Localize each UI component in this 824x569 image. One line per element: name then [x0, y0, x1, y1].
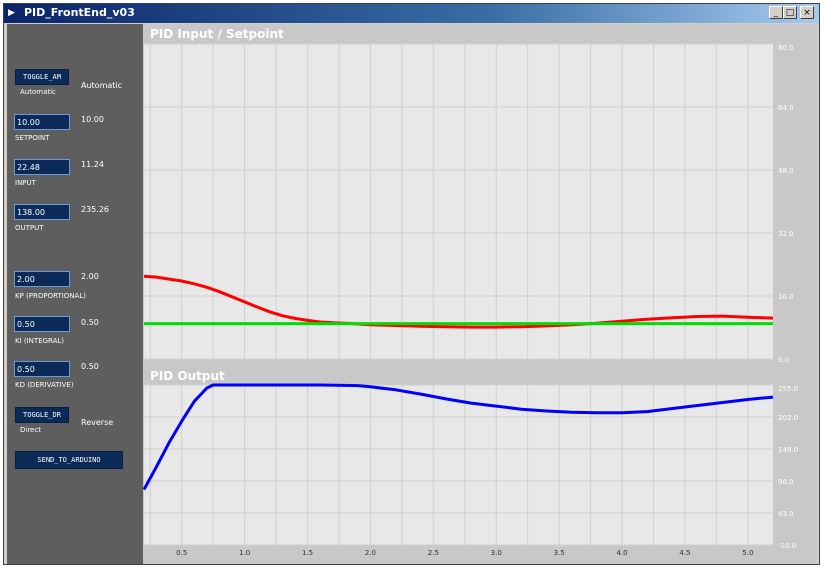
- output-x-tick-label: 4.5: [679, 549, 690, 557]
- output-x-tick-label: 3.0: [491, 549, 502, 557]
- client-area: TOGGLE_AM Automatic Automatic 10.00 SETP…: [7, 24, 817, 564]
- input-y-tick-label: 32.0: [778, 230, 794, 238]
- minimize-button[interactable]: _: [769, 6, 783, 19]
- input-series-line: [143, 274, 774, 329]
- output-x-tick-label: 2.5: [428, 549, 439, 557]
- input-y-tick-label: 80.0: [778, 44, 794, 52]
- input-y-tick-label: 48.0: [778, 167, 794, 175]
- input-y-tick-label: 0.0: [778, 356, 789, 364]
- output-y-tick-label: 255.0: [778, 385, 798, 393]
- input-y-tick-label: 16.0: [778, 293, 794, 301]
- output-x-tick-label: 4.0: [616, 549, 627, 557]
- app-window: ▶ PID_FrontEnd_v03 _ □ × TOGGLE_AM Autom…: [3, 3, 820, 565]
- output-y-tick-label: -10.0: [778, 542, 796, 550]
- output-x-tick-label: 3.5: [554, 549, 565, 557]
- output-y-tick-label: 96.0: [778, 478, 794, 486]
- maximize-button[interactable]: □: [783, 6, 797, 19]
- output-x-tick-label: 0.5: [176, 549, 187, 557]
- window-title: PID_FrontEnd_v03: [24, 6, 135, 19]
- output-y-tick-label: 202.0: [778, 414, 798, 422]
- output-x-tick-label: 2.0: [365, 549, 376, 557]
- app-icon: ▶: [8, 8, 15, 18]
- charts-svg: 0.0 16.0 32.0 48.0 64.0 80.0 -10.0 43.0 96.0 149.…: [142, 43, 798, 557]
- output-x-tick-label: 5.0: [742, 549, 753, 557]
- close-button[interactable]: ×: [800, 6, 814, 19]
- output-y-tick-label: 43.0: [778, 510, 794, 518]
- title-bar[interactable]: ▶ PID_FrontEnd_v03 _ □ ×: [4, 4, 819, 23]
- output-x-tick-label: 1.0: [239, 549, 250, 557]
- output-x-tick-label: 1.5: [302, 549, 313, 557]
- output-y-tick-label: 149.0: [778, 446, 798, 454]
- output-series-line: [142, 383, 774, 491]
- input-y-tick-label: 64.0: [778, 104, 794, 112]
